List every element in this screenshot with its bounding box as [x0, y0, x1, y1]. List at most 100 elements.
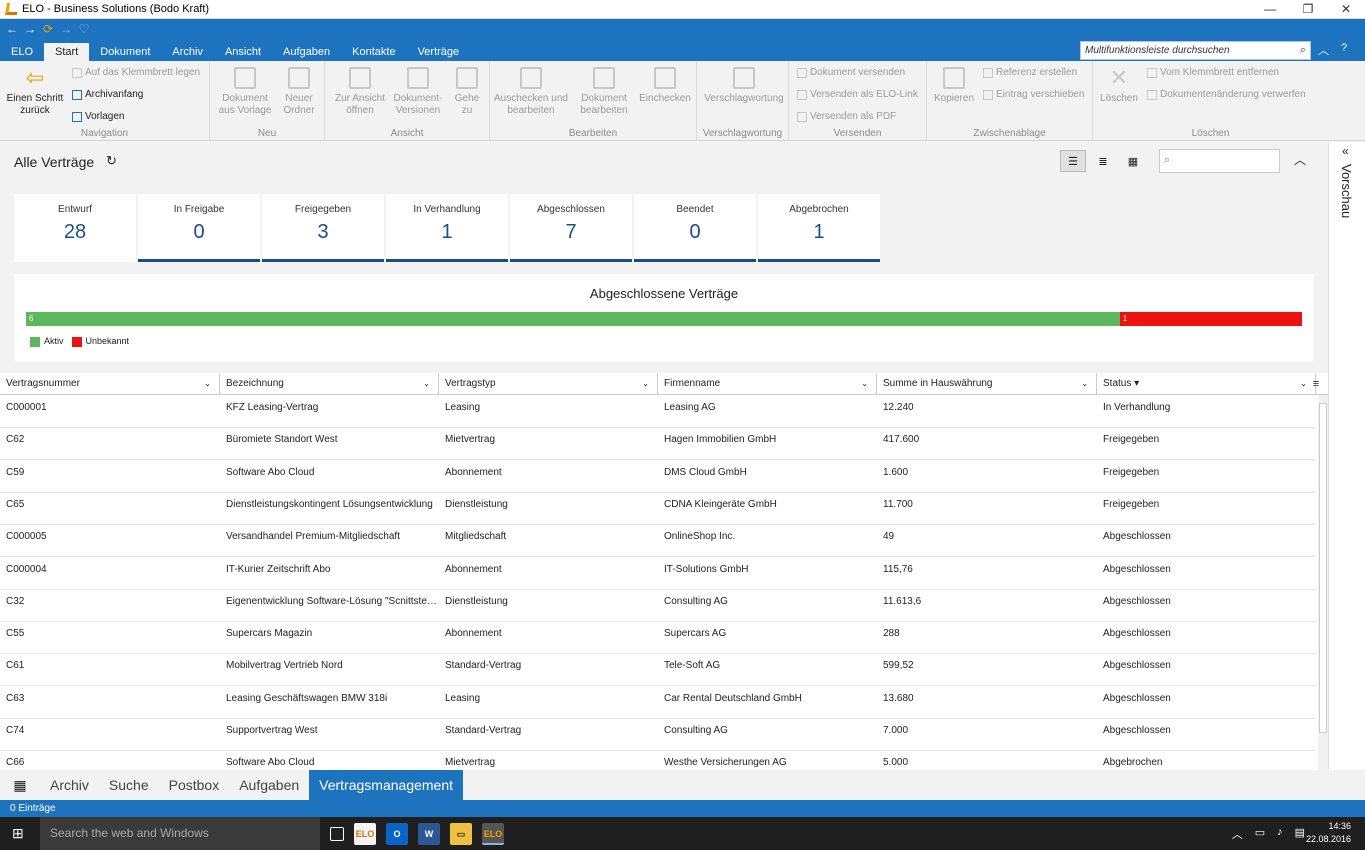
table-row[interactable]: C32 Eigenentwicklung Software-Lösung "Scn… — [0, 590, 1316, 622]
ribbon-search-input[interactable]: Multifunktionsleiste durchsuchen ⌕ — [1080, 41, 1311, 60]
refresh-icon[interactable]: ⟳ — [42, 22, 54, 36]
detail-view-icon[interactable]: ≣ — [1090, 150, 1116, 172]
tab-dokument[interactable]: Dokument — [89, 43, 161, 61]
tab-aufgaben[interactable]: Aufgaben — [272, 43, 341, 61]
tab-postbox[interactable]: Postbox — [159, 770, 230, 800]
table-row[interactable]: C59 Software Abo Cloud Abonnement DMS Cloud… — [0, 461, 1316, 493]
send-pdf-button[interactable]: Versenden als PDF — [797, 111, 896, 122]
tray-up-icon[interactable]: ︿ — [1232, 826, 1243, 842]
notification-icon[interactable]: ▤ — [1295, 826, 1305, 842]
column-filter-icon[interactable]: ⌄ — [204, 373, 211, 395]
tab-archiv[interactable]: Archiv — [161, 43, 214, 61]
list-view-icon[interactable]: ☰ — [1060, 150, 1086, 172]
restore-button[interactable]: ❐ — [1289, 0, 1327, 19]
column-header[interactable]: Vertragstyp ⌄ — [439, 373, 658, 395]
windows-start-icon[interactable]: ⊞ — [12, 825, 24, 842]
close-button[interactable]: ✕ — [1327, 0, 1365, 19]
edit-doc-button[interactable]: Dokument bearbeiten — [574, 67, 634, 117]
minimize-button[interactable]: — — [1251, 0, 1289, 19]
tab-archiv-bottom[interactable]: Archiv — [40, 770, 99, 800]
column-filter-icon[interactable]: ⌄ — [861, 373, 868, 395]
status-card-abgebrochen[interactable]: Abgebrochen 1 — [758, 194, 880, 262]
taskbar-search[interactable]: Search the web and Windows — [40, 817, 320, 850]
status-card-in-freigabe[interactable]: In Freigabe 0 — [138, 194, 260, 262]
column-header[interactable]: Vertragsnummer ⌄ — [0, 373, 220, 395]
delete-button[interactable]: ✕ Löschen — [1097, 67, 1141, 105]
table-row[interactable]: C55 Supercars Magazin Abonnement Supercars … — [0, 622, 1316, 655]
tab-elo[interactable]: ELO — [0, 43, 44, 61]
column-menu-icon[interactable]: ≡ — [1308, 373, 1324, 395]
favorite-icon[interactable]: ♡ — [78, 22, 90, 36]
clock[interactable]: 14:36 22.08.2016 — [1306, 820, 1351, 846]
status-card-freigegeben[interactable]: Freigegeben 3 — [262, 194, 384, 262]
legend-item-aktiv[interactable]: Aktiv — [30, 336, 64, 347]
table-row[interactable]: C000001 KFZ Leasing-Vertrag Leasing Leasing… — [0, 396, 1316, 428]
status-card-abgeschlossen[interactable]: Abgeschlossen 7 — [510, 194, 632, 262]
column-filter-icon[interactable]: ⌄ — [1081, 373, 1088, 395]
send-link-button[interactable]: Versenden als ELO-Link — [797, 89, 918, 100]
table-row[interactable]: C000004 IT-Kurier Zeitschrift Abo Abonneme… — [0, 558, 1316, 590]
tab-kontakte[interactable]: Kontakte — [341, 43, 406, 61]
word-icon[interactable]: W — [418, 823, 440, 845]
calendar-view-icon[interactable]: ▦ — [1120, 150, 1146, 172]
doc-versions-button[interactable]: Dokument-Versionen — [391, 67, 445, 117]
legend-item-unbekannt[interactable]: Unbekannt — [71, 336, 129, 347]
expand-preview-icon[interactable]: « — [1342, 144, 1349, 158]
archive-start-button[interactable]: Archivanfang — [72, 89, 143, 100]
help-icon[interactable]: ? — [1341, 42, 1347, 58]
apps-grid-icon[interactable]: ▦ — [0, 777, 40, 794]
table-row[interactable]: C61 Mobilvertrag Vertrieb Nord Standard-Ve… — [0, 654, 1316, 687]
vertical-scrollbar[interactable] — [1318, 395, 1328, 770]
checkin-button[interactable]: Einchecken — [636, 67, 694, 105]
back-arrow-icon[interactable]: ← — [6, 22, 18, 36]
network-icon[interactable]: ▭ — [1255, 826, 1265, 842]
scrollbar-thumb[interactable] — [1319, 403, 1327, 733]
tab-aufgaben-bottom[interactable]: Aufgaben — [229, 770, 309, 800]
keywording-button[interactable]: Verschlagwortung — [701, 67, 787, 105]
send-doc-button[interactable]: Dokument versenden — [797, 67, 905, 78]
status-card-entwurf[interactable]: Entwurf 28 — [14, 194, 136, 262]
search-icon[interactable]: ⌕ — [1300, 44, 1306, 57]
next-icon[interactable]: → — [60, 22, 72, 36]
status-card-in-verhandlung[interactable]: In Verhandlung 1 — [386, 194, 508, 262]
new-folder-button[interactable]: Neuer Ordner — [276, 67, 322, 117]
volume-icon[interactable]: ♪ — [1277, 826, 1283, 842]
clipboard-add-button[interactable]: Auf das Klemmbrett legen — [72, 67, 200, 78]
goto-button[interactable]: Gehe zu — [449, 67, 485, 117]
copy-button[interactable]: Kopieren — [931, 67, 977, 105]
create-reference-button[interactable]: Referenz erstellen — [983, 67, 1077, 78]
elo-app-icon[interactable]: ELO — [354, 823, 376, 845]
table-row[interactable]: C62 Büromiete Standort West Mietvertrag Hag… — [0, 428, 1316, 461]
status-card-beendet[interactable]: Beendet 0 — [634, 194, 756, 262]
table-row[interactable]: C66 Software Abo Cloud Mietvertrag Westhe V… — [0, 751, 1316, 770]
open-view-button[interactable]: Zur Ansicht öffnen — [331, 67, 389, 117]
tab-vertraege[interactable]: Verträge — [407, 43, 471, 61]
forward-arrow-icon[interactable]: → — [24, 22, 36, 36]
column-filter-icon[interactable]: ⌄ — [423, 373, 430, 395]
back-step-button[interactable]: ⇦ Einen Schritt zurück — [4, 67, 66, 117]
bar-segment-aktiv[interactable]: 6 — [26, 312, 1120, 326]
task-view-icon[interactable] — [330, 827, 344, 841]
preview-label[interactable]: Vorschau — [1339, 164, 1354, 218]
remove-clipboard-button[interactable]: Vom Klemmbrett entfernen — [1147, 67, 1279, 78]
checkout-button[interactable]: Auschecken und bearbeiten — [494, 67, 568, 117]
refresh-icon[interactable]: ↻ — [106, 153, 117, 169]
discard-changes-button[interactable]: Dokumentenänderung verwerfen — [1147, 89, 1306, 100]
tab-start[interactable]: Start — [44, 43, 90, 61]
move-entry-button[interactable]: Eintrag verschieben — [983, 89, 1084, 100]
column-filter-icon[interactable]: ⌄ — [1300, 373, 1307, 395]
elo-active-icon[interactable]: ELO — [482, 823, 504, 845]
column-header[interactable]: Status ▾ ⌄ — [1097, 373, 1316, 395]
bar-segment-unbekannt[interactable]: 1 — [1119, 312, 1302, 326]
column-header[interactable]: Bezeichnung ⌄ — [220, 373, 439, 395]
table-row[interactable]: C65 Dienstleistungskontingent Lösungsentw… — [0, 493, 1316, 525]
column-filter-icon[interactable]: ⌄ — [642, 373, 649, 395]
collapse-ribbon-icon[interactable]: ︿ — [1318, 42, 1329, 58]
tab-ansicht[interactable]: Ansicht — [214, 43, 272, 61]
templates-button[interactable]: Vorlagen — [72, 111, 124, 122]
column-header[interactable]: Firmenname ⌄ — [658, 373, 877, 395]
collapse-icon[interactable]: ︿ — [1294, 151, 1306, 168]
table-row[interactable]: C63 Leasing Geschäftswagen BMW 318i Leasin… — [0, 687, 1316, 719]
explorer-icon[interactable]: ▭ — [450, 823, 472, 845]
column-header[interactable]: Summe in Hauswährung ⌄ — [877, 373, 1097, 395]
